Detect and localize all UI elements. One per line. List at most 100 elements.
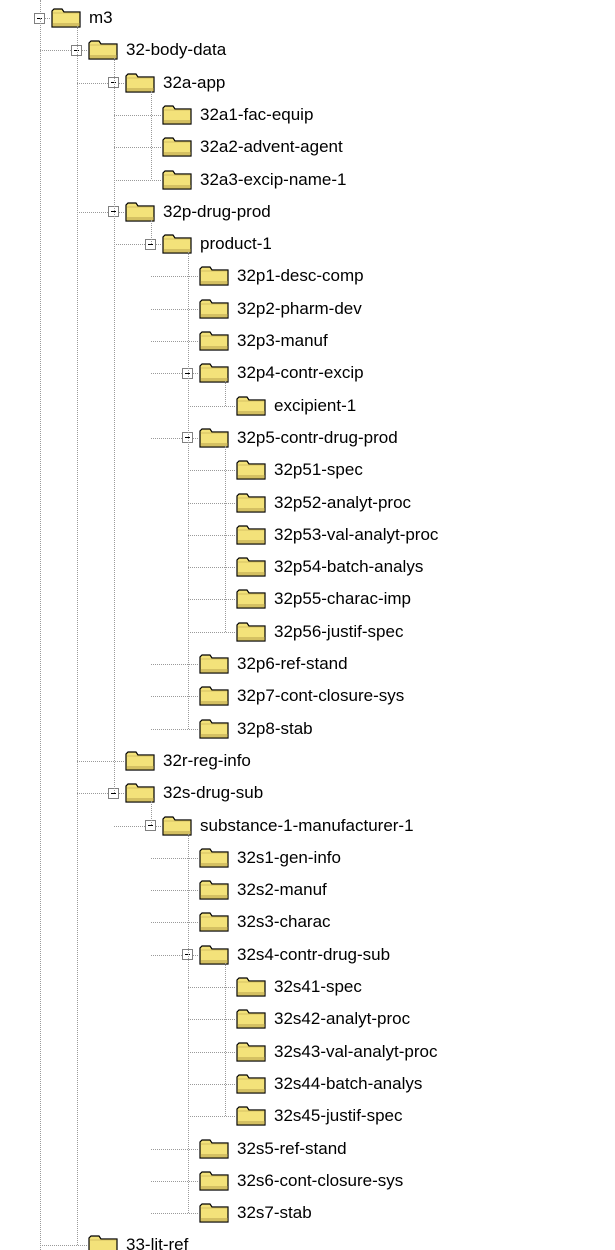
tree-item-label[interactable]: 32a2-advent-agent — [200, 136, 343, 158]
tree-item-32a-app[interactable]: 32a-app — [106, 68, 506, 98]
tree-item-label[interactable]: substance-1-manufacturer-1 — [200, 815, 414, 837]
tree-item-label[interactable]: 32s4-contr-drug-sub — [237, 944, 390, 966]
tree-item-m3[interactable]: m3 — [32, 3, 432, 33]
tree-item-32s43-val-analyt-proc[interactable]: 32s43-val-analyt-proc — [217, 1037, 615, 1067]
folder-icon — [199, 1138, 229, 1159]
tree-item-32p3-manuf[interactable]: 32p3-manuf — [180, 326, 580, 356]
tree-item-label[interactable]: 32s2-manuf — [237, 879, 327, 901]
tree-line — [225, 381, 226, 406]
tree-item-33-lit-ref[interactable]: 33-lit-ref — [69, 1230, 469, 1250]
tree-item-32p4-contr-excip[interactable]: 32p4-contr-excip — [180, 358, 580, 388]
tree-item-label[interactable]: 32s44-batch-analys — [274, 1073, 422, 1095]
tree-item-32a2-advent-agent[interactable]: 32a2-advent-agent — [143, 132, 543, 162]
tree-item-32p51-spec[interactable]: 32p51-spec — [217, 455, 615, 485]
tree-item-32p52-analyt-proc[interactable]: 32p52-analyt-proc — [217, 488, 615, 518]
folder-icon — [199, 1202, 229, 1223]
folder-icon — [125, 782, 155, 803]
tree-item-32p1-desc-comp[interactable]: 32p1-desc-comp — [180, 261, 580, 291]
tree-item-label[interactable]: 32p6-ref-stand — [237, 653, 348, 675]
tree-item-32s5-ref-stand[interactable]: 32s5-ref-stand — [180, 1134, 580, 1164]
folder-icon — [236, 459, 266, 480]
tree-item-32p6-ref-stand[interactable]: 32p6-ref-stand — [180, 649, 580, 679]
folder-icon — [162, 136, 192, 157]
tree-item-label[interactable]: 32a3-excip-name-1 — [200, 169, 346, 191]
tree-item-32r-reg-info[interactable]: 32r-reg-info — [106, 746, 506, 776]
tree-item-32s41-spec[interactable]: 32s41-spec — [217, 972, 615, 1002]
tree-item-32a1-fac-equip[interactable]: 32a1-fac-equip — [143, 100, 543, 130]
tree-item-label[interactable]: 32a1-fac-equip — [200, 104, 313, 126]
folder-icon — [236, 1008, 266, 1029]
tree-line — [114, 58, 115, 794]
tree-item-label[interactable]: 32p52-analyt-proc — [274, 492, 411, 514]
tree-item-32s45-justif-spec[interactable]: 32s45-justif-spec — [217, 1101, 615, 1131]
tree-item-label[interactable]: m3 — [89, 7, 113, 29]
tree-item-32s44-batch-analys[interactable]: 32s44-batch-analys — [217, 1069, 615, 1099]
tree-item-32s6-cont-closure-sys[interactable]: 32s6-cont-closure-sys — [180, 1166, 580, 1196]
tree-item-label[interactable]: 32p1-desc-comp — [237, 265, 364, 287]
tree-item-label[interactable]: 32p56-justif-spec — [274, 621, 403, 643]
tree-item-substance-1-manufacturer-1[interactable]: substance-1-manufacturer-1 — [143, 811, 543, 841]
tree-item-label[interactable]: 32p51-spec — [274, 459, 363, 481]
tree-item-32a3-excip-name-1[interactable]: 32a3-excip-name-1 — [143, 165, 543, 195]
tree-line — [77, 26, 78, 1246]
tree-item-label[interactable]: 32p3-manuf — [237, 330, 328, 352]
tree-item-label[interactable]: 33-lit-ref — [126, 1234, 188, 1250]
folder-icon — [236, 556, 266, 577]
folder-icon — [88, 39, 118, 60]
tree-item-32p7-cont-closure-sys[interactable]: 32p7-cont-closure-sys — [180, 681, 580, 711]
tree-item-label[interactable]: 32s3-charac — [237, 911, 331, 933]
tree-item-32s1-gen-info[interactable]: 32s1-gen-info — [180, 843, 580, 873]
tree-item-32s4-contr-drug-sub[interactable]: 32s4-contr-drug-sub — [180, 940, 580, 970]
tree-item-label[interactable]: 32s41-spec — [274, 976, 362, 998]
folder-icon — [199, 685, 229, 706]
tree-item-32s42-analyt-proc[interactable]: 32s42-analyt-proc — [217, 1004, 615, 1034]
folder-icon — [236, 621, 266, 642]
tree-item-32p-drug-prod[interactable]: 32p-drug-prod — [106, 197, 506, 227]
folder-icon — [51, 7, 81, 28]
folder-icon — [199, 944, 229, 965]
tree-item-32s3-charac[interactable]: 32s3-charac — [180, 907, 580, 937]
tree-item-label[interactable]: 32s5-ref-stand — [237, 1138, 347, 1160]
tree-line — [188, 252, 189, 729]
tree-item-label[interactable]: 32r-reg-info — [163, 750, 251, 772]
tree-item-32p2-pharm-dev[interactable]: 32p2-pharm-dev — [180, 294, 580, 324]
tree-item-label[interactable]: 32s42-analyt-proc — [274, 1008, 410, 1030]
tree-item-label[interactable]: 32s45-justif-spec — [274, 1105, 403, 1127]
folder-icon — [162, 169, 192, 190]
tree-item-label[interactable]: 32p54-batch-analys — [274, 556, 423, 578]
tree-item-32p55-charac-imp[interactable]: 32p55-charac-imp — [217, 584, 615, 614]
tree-item-label[interactable]: 32p5-contr-drug-prod — [237, 427, 398, 449]
folder-icon — [199, 847, 229, 868]
tree-item-label[interactable]: 32p8-stab — [237, 718, 313, 740]
tree-item-32p54-batch-analys[interactable]: 32p54-batch-analys — [217, 552, 615, 582]
tree-item-32s-drug-sub[interactable]: 32s-drug-sub — [106, 778, 506, 808]
tree-item-32-body-data[interactable]: 32-body-data — [69, 35, 469, 65]
tree-item-32p5-contr-drug-prod[interactable]: 32p5-contr-drug-prod — [180, 423, 580, 453]
tree-item-label[interactable]: 32p2-pharm-dev — [237, 298, 362, 320]
tree-item-32p53-val-analyt-proc[interactable]: 32p53-val-analyt-proc — [217, 520, 615, 550]
tree-item-label[interactable]: 32s1-gen-info — [237, 847, 341, 869]
tree-item-label[interactable]: 32a-app — [163, 72, 225, 94]
tree-item-label[interactable]: 32s-drug-sub — [163, 782, 263, 804]
tree-item-label[interactable]: excipient-1 — [274, 395, 356, 417]
tree-item-product-1[interactable]: product-1 — [143, 229, 543, 259]
folder-icon — [199, 653, 229, 674]
tree-item-label[interactable]: 32-body-data — [126, 39, 226, 61]
tree-item-label[interactable]: 32s43-val-analyt-proc — [274, 1041, 437, 1063]
tree-item-label[interactable]: 32s7-stab — [237, 1202, 312, 1224]
tree-item-label[interactable]: 32p53-val-analyt-proc — [274, 524, 438, 546]
tree-item-label[interactable]: 32p4-contr-excip — [237, 362, 364, 384]
tree-item-32p56-justif-spec[interactable]: 32p56-justif-spec — [217, 617, 615, 647]
tree-item-label[interactable]: product-1 — [200, 233, 272, 255]
tree-item-label[interactable]: 32p55-charac-imp — [274, 588, 411, 610]
tree-item-32p8-stab[interactable]: 32p8-stab — [180, 714, 580, 744]
folder-icon — [88, 1234, 118, 1250]
tree-item-label[interactable]: 32p7-cont-closure-sys — [237, 685, 404, 707]
tree-item-32s2-manuf[interactable]: 32s2-manuf — [180, 875, 580, 905]
folder-icon — [199, 427, 229, 448]
tree-item-32s7-stab[interactable]: 32s7-stab — [180, 1198, 580, 1228]
tree-item-label[interactable]: 32p-drug-prod — [163, 201, 271, 223]
tree-item-label[interactable]: 32s6-cont-closure-sys — [237, 1170, 403, 1192]
tree-item-excipient-1[interactable]: excipient-1 — [217, 391, 615, 421]
tree-line — [188, 833, 189, 1214]
